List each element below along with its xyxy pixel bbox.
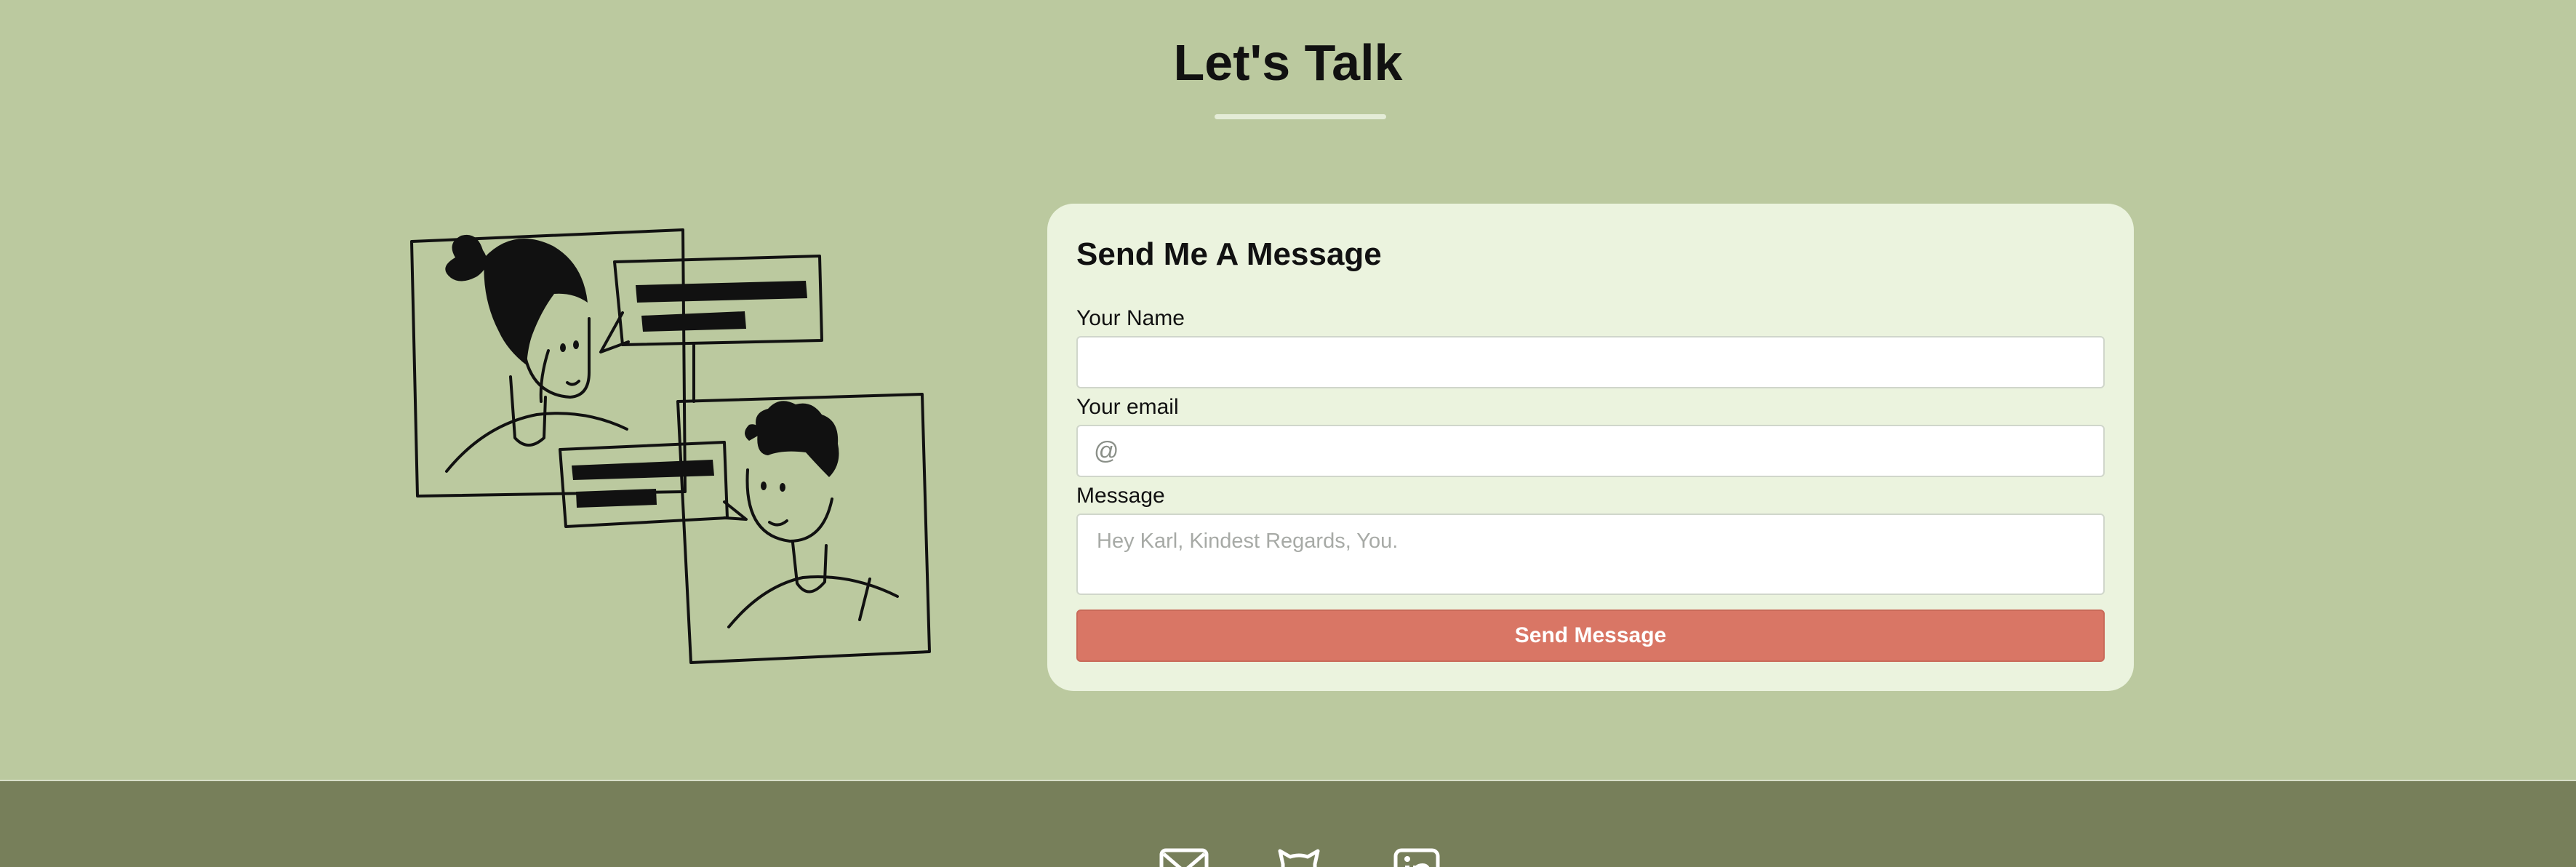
message-textarea[interactable]: Hey Karl, Kindest Regards, You. <box>1076 514 2105 595</box>
message-label: Message <box>1076 484 1165 508</box>
title-underline <box>1215 114 1386 119</box>
message-placeholder: Hey Karl, Kindest Regards, You. <box>1097 530 1399 553</box>
email-label: Your email <box>1076 395 1179 419</box>
chat-people-illustration <box>410 228 931 664</box>
name-input[interactable] <box>1076 336 2105 388</box>
github-icon[interactable] <box>1276 848 1322 867</box>
at-icon: @ <box>1094 437 1119 465</box>
mail-icon[interactable] <box>1159 848 1209 867</box>
send-message-button[interactable]: Send Message <box>1076 610 2105 662</box>
contact-form-card: Send Me A Message Your Name Your email @… <box>1047 204 2134 691</box>
linkedin-icon[interactable] <box>1393 848 1440 867</box>
name-label: Your Name <box>1076 306 1185 330</box>
form-heading: Send Me A Message <box>1076 236 1382 272</box>
page-title: Let's Talk <box>1173 34 1403 91</box>
email-input[interactable]: @ <box>1076 425 2105 477</box>
footer <box>0 780 2576 867</box>
